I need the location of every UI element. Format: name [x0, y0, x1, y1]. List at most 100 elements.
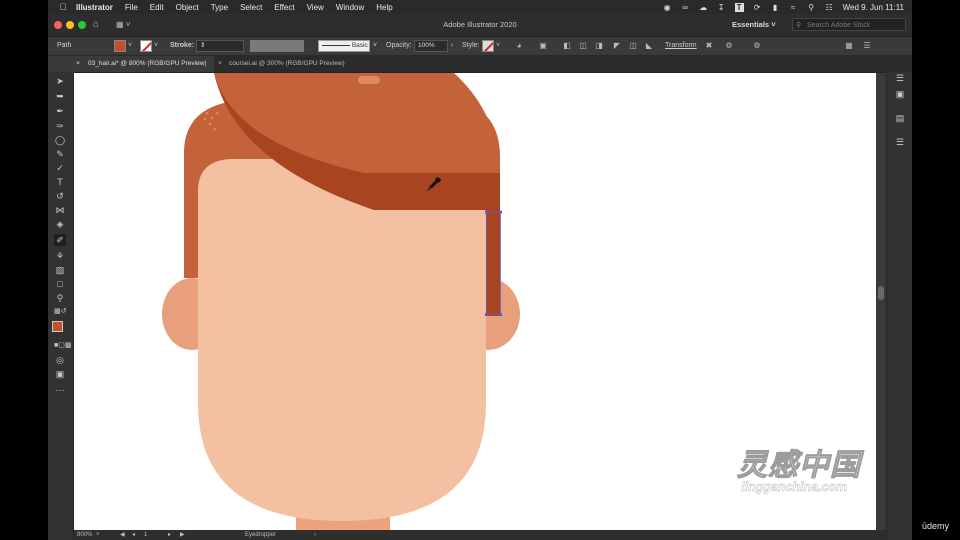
minimize-window-button[interactable]: [66, 21, 74, 29]
layers-panel-icon[interactable]: ▣: [894, 88, 906, 100]
stroke-swatch[interactable]: [140, 40, 152, 52]
arrange-icon[interactable]: ▦: [844, 41, 854, 51]
align-right-icon[interactable]: ◨: [594, 41, 604, 51]
isolate-icon[interactable]: ✖: [704, 41, 714, 51]
download-icon[interactable]: ↧: [717, 3, 726, 12]
transform-link[interactable]: Transform: [665, 37, 697, 55]
style-dropdown-icon[interactable]: ˅: [496, 37, 500, 55]
variable-width-profile[interactable]: [250, 40, 304, 52]
wifi-icon[interactable]: ≈: [789, 3, 798, 12]
zoom-window-button[interactable]: [78, 21, 86, 29]
status-arrow-icon[interactable]: ›: [314, 530, 316, 540]
paintbrush-tool-icon[interactable]: ✎: [54, 148, 66, 160]
rotate-tool-icon[interactable]: ↺: [54, 190, 66, 202]
tab-coursei[interactable]: × coursei.ai @ 300% (RGB/GPU Preview): [214, 56, 374, 72]
arrange-documents-icon[interactable]: ▦ ˅: [116, 20, 130, 29]
stroke-weight-field[interactable]: ⇕: [196, 40, 244, 52]
scroll-thumb[interactable]: [878, 286, 884, 300]
menu-type[interactable]: Type: [205, 3, 234, 12]
search-icon[interactable]: ⚲: [807, 3, 816, 12]
eyedropper-tool-icon[interactable]: ✐: [54, 234, 66, 246]
align-left-icon[interactable]: ◧: [562, 41, 572, 51]
next-artboard-icon[interactable]: ▸: [168, 530, 171, 540]
brush-definition[interactable]: Basic: [318, 40, 370, 52]
highlight: [358, 76, 380, 84]
close-window-button[interactable]: [54, 21, 62, 29]
align-top-icon[interactable]: ◤: [612, 41, 622, 51]
align-middle-icon[interactable]: ◫: [628, 41, 638, 51]
brush-dropdown-icon[interactable]: ˅: [373, 37, 377, 55]
menu-window[interactable]: Window: [330, 3, 370, 12]
width-tool-icon[interactable]: ⋈: [54, 204, 66, 216]
menu-effect[interactable]: Effect: [268, 3, 300, 12]
menu-view[interactable]: View: [301, 3, 330, 12]
record-icon[interactable]: ◉: [663, 3, 672, 12]
warp-icon[interactable]: ⚙: [752, 41, 762, 51]
properties-panel-icon[interactable]: ☰: [894, 72, 906, 84]
zoom-tool-icon[interactable]: ⚲: [54, 292, 66, 304]
home-icon[interactable]: ⌂: [93, 19, 105, 31]
align-to-icon[interactable]: ▣: [538, 41, 548, 51]
shape-builder-tool-icon[interactable]: ◈: [54, 218, 66, 230]
stroke-label: Stroke:: [170, 42, 195, 49]
curvature-tool-icon[interactable]: ✑: [54, 120, 66, 132]
menu-edit[interactable]: Edit: [144, 3, 170, 12]
opacity-field[interactable]: 100%: [414, 40, 448, 52]
first-artboard-icon[interactable]: ◀: [120, 530, 125, 540]
recolor-artwork-icon[interactable]: ◕: [514, 41, 524, 51]
ellipse-tool-icon[interactable]: ◯: [54, 134, 66, 146]
shaper-tool-icon[interactable]: ✓: [54, 162, 66, 174]
close-tab-icon[interactable]: ×: [76, 56, 80, 72]
control-center-icon[interactable]: ☷: [825, 3, 834, 12]
tab-label: 03_hair.ai* @ 800% (RGB/GPU Preview): [88, 60, 207, 67]
panel-menu-icon[interactable]: ☰: [862, 41, 872, 51]
align-center-icon[interactable]: ◫: [578, 41, 588, 51]
opacity-arrow-icon[interactable]: ›: [451, 37, 453, 55]
pen-tool-icon[interactable]: ✒: [54, 105, 66, 117]
battery-icon[interactable]: ▮: [771, 3, 780, 12]
apple-icon[interactable]: : [56, 2, 70, 12]
menu-panel-icon[interactable]: ☰: [894, 136, 906, 148]
close-tab-icon[interactable]: ×: [218, 56, 222, 72]
screen-mode-icon[interactable]: ▣: [54, 368, 66, 380]
menu-object[interactable]: Object: [170, 3, 205, 12]
libraries-panel-icon[interactable]: ▤: [894, 112, 906, 124]
style-label: Style:: [462, 42, 480, 49]
zoom-level[interactable]: 800%: [77, 530, 92, 540]
symbol-sprayer-tool-icon[interactable]: ▨: [54, 264, 66, 276]
stroke-dropdown-icon[interactable]: ˅: [154, 37, 158, 55]
edit-mode-icon[interactable]: ⚙: [724, 41, 734, 51]
direct-selection-tool-icon[interactable]: ➥: [54, 90, 66, 102]
draw-mode-icon[interactable]: ◎: [54, 354, 66, 366]
menu-select[interactable]: Select: [234, 3, 268, 12]
anchor-point: [485, 210, 488, 214]
adobe-stock-search[interactable]: ⚲ Search Adobe Stock: [792, 18, 906, 31]
sync-icon[interactable]: ⟳: [753, 3, 762, 12]
blend-tool-icon[interactable]: ⚘: [54, 250, 66, 262]
selection-tool-icon[interactable]: ➤: [54, 75, 66, 87]
previous-artboard-icon[interactable]: ◂: [132, 530, 135, 540]
artboard-tool-icon[interactable]: □: [54, 278, 66, 290]
menu-file[interactable]: File: [119, 3, 144, 12]
default-colors-icon[interactable]: ▩↺: [54, 306, 66, 318]
workspace-label: Essentials: [732, 20, 770, 29]
color-mode-icon[interactable]: ■▢▩: [54, 340, 71, 352]
artboard-number[interactable]: 1: [144, 530, 147, 540]
fill-dropdown-icon[interactable]: ˅: [128, 37, 132, 55]
last-artboard-icon[interactable]: ▶: [180, 530, 185, 540]
cloud-icon[interactable]: ☁: [699, 3, 708, 12]
menu-help[interactable]: Help: [370, 3, 398, 12]
workspace-switcher[interactable]: Essentials ˅: [732, 20, 776, 29]
text-icon[interactable]: T: [734, 2, 744, 12]
graphic-style-swatch[interactable]: [482, 40, 494, 52]
creative-cloud-icon[interactable]: ∞: [681, 3, 690, 12]
align-bottom-icon[interactable]: ◣: [644, 41, 654, 51]
fill-color-box[interactable]: [52, 321, 63, 332]
edit-toolbar-icon[interactable]: ⋯: [54, 384, 66, 396]
menu-app-name[interactable]: Illustrator: [70, 3, 119, 12]
clock[interactable]: Wed 9. Jun 11:11: [843, 3, 904, 12]
type-tool-icon[interactable]: T: [54, 176, 66, 188]
zoom-dropdown-icon[interactable]: ˅: [96, 530, 100, 540]
fill-swatch[interactable]: [114, 40, 126, 52]
tab-03-hair[interactable]: × 03_hair.ai* @ 800% (RGB/GPU Preview): [48, 56, 214, 72]
